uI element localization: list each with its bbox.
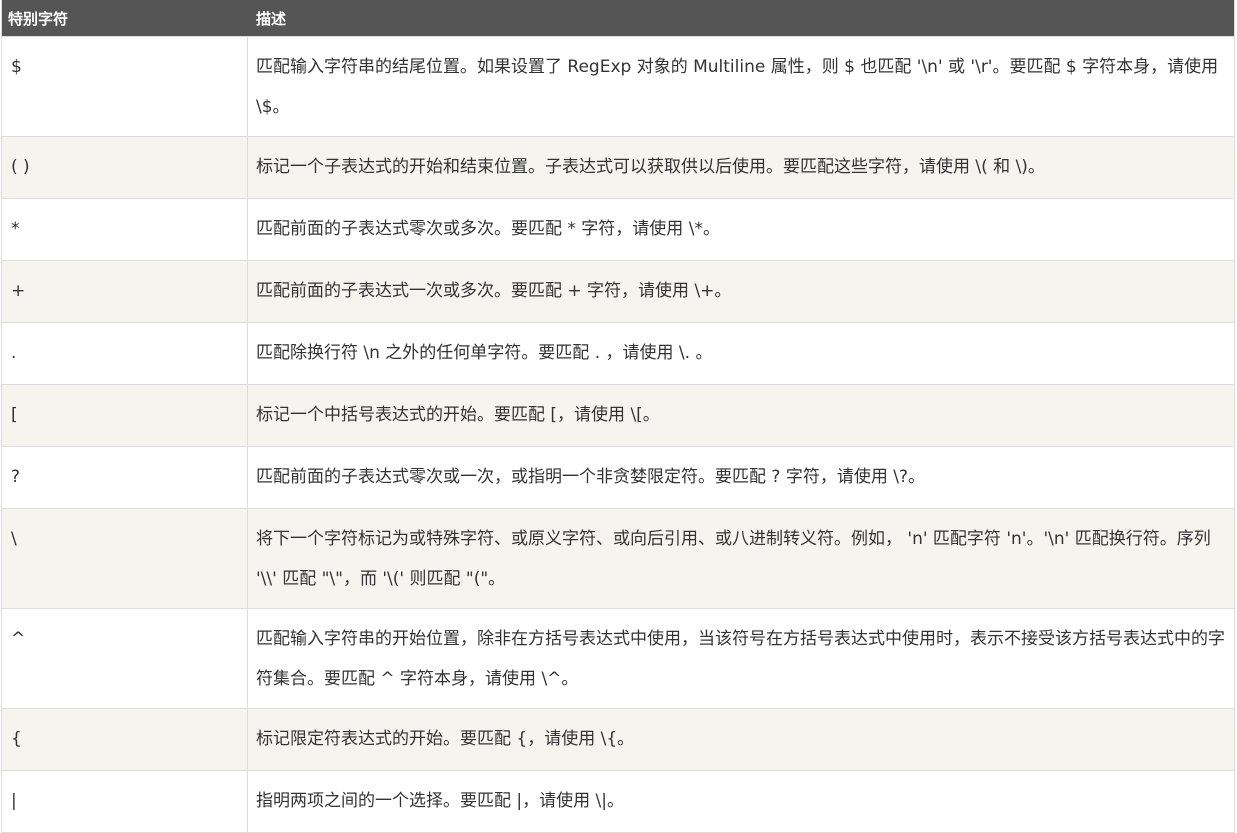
description-cell: 匹配前面的子表达式一次或多次。要匹配 + 字符，请使用 \+。 (256, 281, 732, 302)
symbol-cell: ? (2, 447, 248, 508)
description-cell: 标记限定符表达式的开始。要匹配 {，请使用 \{。 (256, 729, 635, 750)
description-cell: 匹配输入字符串的开始位置，除非在方括号表达式中使用，当该符号在方括号表达式中使用… (256, 629, 1225, 689)
table-row: [ 标记一个中括号表达式的开始。要匹配 [，请使用 \[。 (2, 384, 1234, 446)
symbol-cell: + (2, 261, 248, 322)
symbol-cell: $ (2, 37, 248, 136)
table-row: | 指明两项之间的一个选择。要匹配 |，请使用 \|。 (2, 770, 1234, 832)
table-row: $ 匹配输入字符串的结尾位置。如果设置了 RegExp 对象的 Multilin… (2, 36, 1234, 136)
table-row: ^ 匹配输入字符串的开始位置，除非在方括号表达式中使用，当该符号在方括号表达式中… (2, 608, 1234, 708)
table-row: + 匹配前面的子表达式一次或多次。要匹配 + 字符，请使用 \+。 (2, 260, 1234, 322)
special-characters-table: 特别字符 描述 $ 匹配输入字符串的结尾位置。如果设置了 RegExp 对象的 … (1, 0, 1235, 833)
table-row: ? 匹配前面的子表达式零次或一次，或指明一个非贪婪限定符。要匹配 ? 字符，请使… (2, 446, 1234, 508)
table-row: { 标记限定符表达式的开始。要匹配 {，请使用 \{。 (2, 708, 1234, 770)
table-row: * 匹配前面的子表达式零次或多次。要匹配 * 字符，请使用 \*。 (2, 198, 1234, 260)
table-row: . 匹配除换行符 \n 之外的任何单字符。要匹配 . ，请使用 \. 。 (2, 322, 1234, 384)
description-cell: 匹配输入字符串的结尾位置。如果设置了 RegExp 对象的 Multiline … (256, 57, 1219, 117)
description-cell: 将下一个字符标记为或特殊字符、或原义字符、或向后引用、或八进制转义符。例如， '… (256, 529, 1211, 589)
description-cell: 指明两项之间的一个选择。要匹配 |，请使用 \|。 (256, 791, 624, 812)
header-symbol: 特别字符 (8, 9, 69, 28)
table-row: \ 将下一个字符标记为或特殊字符、或原义字符、或向后引用、或八进制转义符。例如，… (2, 508, 1234, 608)
symbol-cell: [ (2, 385, 248, 446)
table-header: 特别字符 描述 (2, 0, 1234, 36)
symbol-cell: | (2, 771, 248, 832)
description-cell: 标记一个子表达式的开始和结束位置。子表达式可以获取供以后使用。要匹配这些字符，请… (256, 157, 1045, 178)
symbol-cell: * (2, 199, 248, 260)
symbol-cell: ^ (2, 609, 248, 708)
description-cell: 匹配除换行符 \n 之外的任何单字符。要匹配 . ，请使用 \. 。 (256, 343, 713, 364)
symbol-cell: . (2, 323, 248, 384)
symbol-cell: ( ) (2, 137, 248, 198)
symbol-cell: \ (2, 509, 248, 608)
header-description: 描述 (256, 9, 287, 28)
description-cell: 匹配前面的子表达式零次或多次。要匹配 * 字符，请使用 \*。 (256, 219, 720, 240)
description-cell: 标记一个中括号表达式的开始。要匹配 [，请使用 \[。 (256, 405, 660, 426)
description-cell: 匹配前面的子表达式零次或一次，或指明一个非贪婪限定符。要匹配 ? 字符，请使用 … (256, 467, 925, 488)
table-row: ( ) 标记一个子表达式的开始和结束位置。子表达式可以获取供以后使用。要匹配这些… (2, 136, 1234, 198)
symbol-cell: { (2, 709, 248, 770)
